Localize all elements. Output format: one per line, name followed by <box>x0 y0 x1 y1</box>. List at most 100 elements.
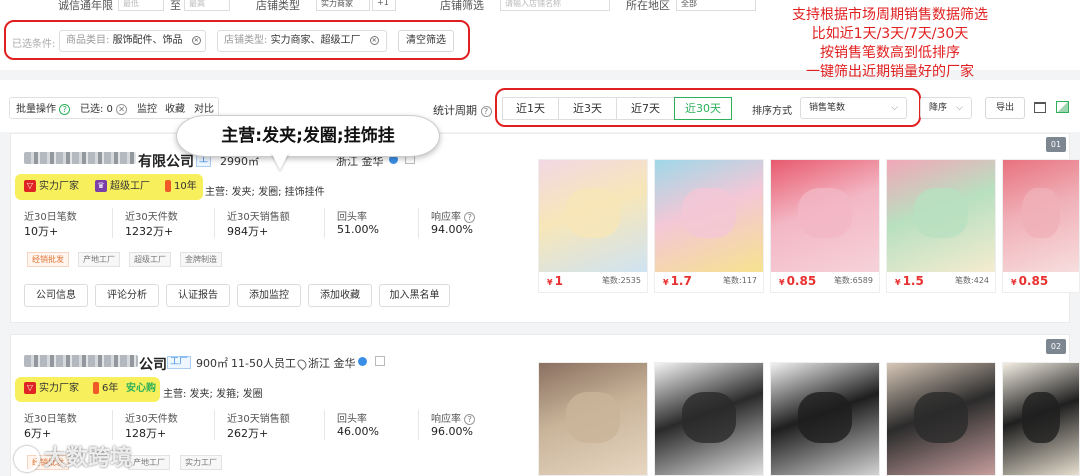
product-sales-count: 笔数:424 <box>955 276 989 285</box>
stat-label: 回头率 <box>337 414 367 425</box>
shop-type-label: 店铺类型 <box>256 0 300 12</box>
currency-icon: ¥ <box>663 278 669 287</box>
currency-icon: ¥ <box>779 278 785 287</box>
product-sales-count: 笔数:117 <box>723 276 757 285</box>
product-image[interactable] <box>655 160 763 272</box>
strength-icon: ▽ <box>24 382 36 394</box>
stat-label: 近30天件数 <box>125 414 178 425</box>
product-price: ¥1.5 <box>895 274 924 288</box>
region-label: 所在地区 <box>626 0 670 12</box>
product-thumb[interactable] <box>1002 362 1080 476</box>
product-thumb[interactable]: ¥1.5 笔数:424 <box>886 159 996 293</box>
divider <box>418 410 419 440</box>
service-tag: 产地工厂 <box>128 455 170 470</box>
clear-icon[interactable]: ✕ <box>116 103 128 115</box>
chip-shop-type[interactable]: 店铺类型: 实力商家、超级工厂 ✕ <box>217 30 387 52</box>
product-graphic <box>798 391 852 443</box>
chip-shop-type-value: 实力商家、超级工厂 <box>270 35 361 46</box>
page-root: 诚信通年限 最低 至 最高 店铺类型 实力商家 +1 店铺筛选 请输入店铺名称 … <box>0 0 1080 476</box>
shop-filter-label: 店铺筛选 <box>440 0 484 12</box>
product-thumb[interactable] <box>654 362 764 476</box>
cert-report-button[interactable]: 认证报告 <box>166 284 230 307</box>
list-view-icon[interactable] <box>1034 102 1046 113</box>
product-image[interactable] <box>771 160 879 272</box>
product-thumb[interactable]: ¥1 笔数:2535 <box>538 159 648 293</box>
chip-category-label: 商品类目: <box>66 35 110 46</box>
company-name[interactable]: 公司 <box>139 354 167 374</box>
favorite-link[interactable]: 收藏 <box>165 100 185 115</box>
review-analysis-button[interactable]: 评论分析 <box>95 284 159 307</box>
product-graphic <box>914 391 968 443</box>
stat-value: 51.00% <box>337 223 379 236</box>
period-1d[interactable]: 近1天 <box>502 97 559 120</box>
years-to-label: 至 <box>170 0 181 12</box>
shop-type-select[interactable]: 实力商家 <box>316 0 370 11</box>
currency-icon: ¥ <box>547 278 553 287</box>
product-thumb[interactable] <box>770 362 880 476</box>
product-graphic <box>682 391 736 443</box>
stat-label: 近30天销售额 <box>227 212 290 223</box>
period-3d[interactable]: 近3天 <box>558 97 617 120</box>
product-thumb[interactable]: ¥0.85 笔数:6589 <box>770 159 880 293</box>
chip-category[interactable]: 商品类目: 服饰配件、饰品 ✕ <box>59 30 206 52</box>
annotation-line-2: 比如近1天/3天/7天/30天 <box>811 26 969 42</box>
location: 浙江 金华 <box>295 355 356 371</box>
sort-label: 排序方式 <box>752 106 792 117</box>
product-image[interactable] <box>655 363 763 475</box>
order-select[interactable]: 降序 ⌵ <box>920 97 972 119</box>
strength-icon: ▽ <box>24 180 36 192</box>
factory-tag: 工厂 <box>167 356 192 369</box>
product-price: ¥0.85 <box>1011 274 1049 288</box>
company-name-blurred <box>24 152 136 164</box>
monitor-link[interactable]: 监控 <box>137 100 157 115</box>
stat-label: 响应率 ? <box>431 208 476 223</box>
select-checkbox[interactable] <box>375 356 385 366</box>
product-image[interactable] <box>1003 363 1079 475</box>
years-label: 诚信通年限 <box>58 0 113 12</box>
badge-super-factory: ♛ 超级工厂 <box>95 180 150 194</box>
product-image[interactable] <box>1003 160 1079 272</box>
chevron-down-icon: ⌵ <box>956 103 963 113</box>
annotation-line-1: 支持根据市场周期销售数据筛选 <box>792 7 988 23</box>
add-blacklist-button[interactable]: 加入黑名单 <box>379 284 450 307</box>
product-image[interactable] <box>771 363 879 475</box>
grid-view-icon[interactable] <box>1056 101 1069 113</box>
years-icon <box>93 382 99 394</box>
shop-type-more[interactable]: +1 <box>372 0 396 11</box>
stat-value: 10万+ <box>24 225 59 238</box>
export-button[interactable]: 导出 <box>985 97 1025 119</box>
add-favorite-button[interactable]: 添加收藏 <box>308 284 372 307</box>
add-monitor-button[interactable]: 添加监控 <box>237 284 301 307</box>
period-7d[interactable]: 近7天 <box>616 97 675 120</box>
clear-filters-button[interactable]: 清空筛选 <box>398 30 454 52</box>
product-thumb[interactable] <box>886 362 996 476</box>
product-thumb[interactable]: ¥1.7 笔数:117 <box>654 159 764 293</box>
product-thumb[interactable] <box>538 362 648 476</box>
product-image[interactable] <box>887 160 995 272</box>
years-min-input[interactable]: 最低 <box>118 0 164 11</box>
company-info-button[interactable]: 公司信息 <box>24 284 88 307</box>
product-image[interactable] <box>539 363 647 475</box>
badge-years: 6年 <box>93 382 118 396</box>
divider <box>324 410 325 440</box>
product-image[interactable] <box>539 160 647 272</box>
product-image[interactable] <box>887 363 995 475</box>
close-icon[interactable]: ✕ <box>369 35 379 45</box>
batch-label[interactable]: 批量操作 ? <box>16 100 71 115</box>
selected-conditions-label: 已选条件: <box>12 39 56 50</box>
divider <box>214 208 215 238</box>
company-name[interactable]: 有限公司 <box>138 151 194 171</box>
compare-link[interactable]: 对比 <box>194 100 214 115</box>
shop-filter-input[interactable]: 请输入店铺名称 <box>500 0 610 11</box>
period-30d[interactable]: 近30天 <box>674 97 732 120</box>
years-max-input[interactable]: 最高 <box>184 0 230 11</box>
card-index: 01 <box>1046 137 1066 152</box>
stat-value: 262万+ <box>227 427 269 440</box>
product-thumb[interactable]: ¥0.85 <box>1002 159 1080 293</box>
main-business: 主营: 发夹; 发圈; 挂饰挂件 <box>205 187 325 198</box>
stat-label: 响应率 ? <box>431 410 476 425</box>
close-icon[interactable]: ✕ <box>191 35 201 45</box>
years-icon <box>165 180 171 192</box>
sort-select[interactable]: 销售笔数 ⌵ <box>800 97 907 119</box>
watermark: 大数跨境 <box>14 440 132 472</box>
